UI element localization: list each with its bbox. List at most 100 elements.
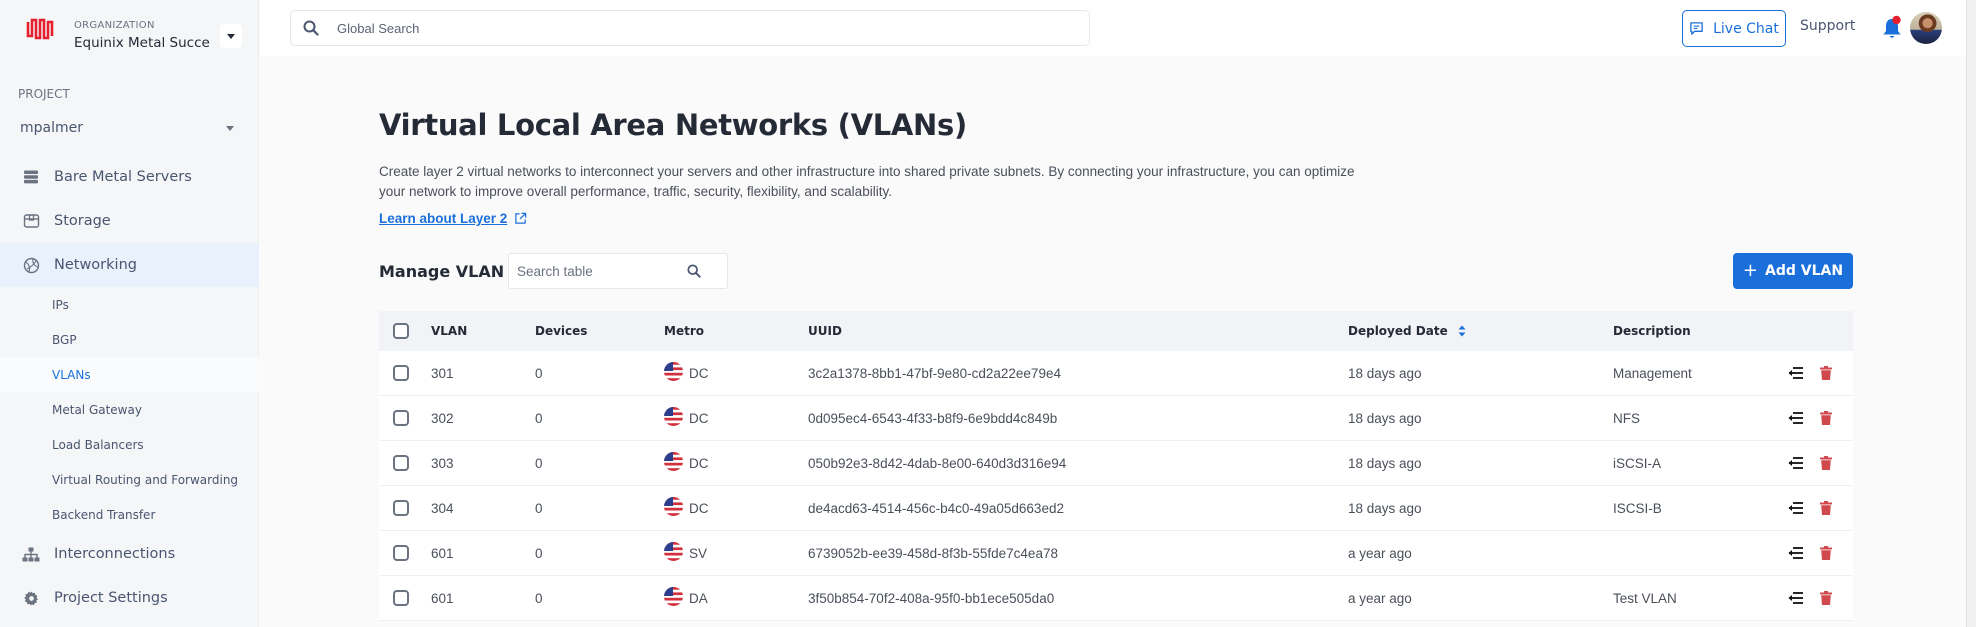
sidebar-subitem-metal-gateway[interactable]: Metal Gateway — [0, 392, 259, 427]
column-header-devices[interactable]: Devices — [535, 324, 664, 338]
globe-icon — [22, 256, 40, 274]
sidebar-subitem-bgp[interactable]: BGP — [0, 322, 259, 357]
vlan-description: Management — [1613, 365, 1692, 381]
metro-cell: SV — [664, 541, 808, 561]
notification-dot — [1892, 15, 1901, 25]
assign-list-icon[interactable] — [1788, 591, 1804, 605]
table-search-input[interactable] — [517, 263, 687, 279]
org-switcher[interactable]: ORGANIZATION Equinix Metal Success — [0, 0, 259, 60]
sidebar-item-label: Interconnections — [54, 546, 176, 562]
sidebar-item-label: Bare Metal Servers — [54, 169, 192, 185]
search-icon[interactable] — [687, 264, 701, 278]
vlan-uuid: 050b92e3-8d42-4dab-8e00-640d3d316e94 — [808, 455, 1067, 471]
table-search[interactable] — [508, 253, 728, 289]
user-avatar[interactable] — [1910, 12, 1942, 44]
learn-about-layer2-link[interactable]: Learn about Layer 2 — [379, 211, 527, 226]
learn-link-label: Learn about Layer 2 — [379, 211, 508, 226]
row-checkbox[interactable] — [393, 410, 409, 426]
add-vlan-button[interactable]: + Add VLAN — [1733, 253, 1853, 289]
sidebar-subitem-vlans[interactable]: VLANs — [0, 357, 259, 392]
row-checkbox[interactable] — [393, 590, 409, 606]
sidebar-subitem-ips[interactable]: IPs — [0, 287, 259, 322]
sidebar-item-project-settings[interactable]: Project Settings — [0, 576, 259, 620]
table-row[interactable]: 304 0 DC de4acd63-4514-456c-b4c0-49a05d6… — [379, 486, 1853, 531]
table-row[interactable]: 302 0 DC 0d095ec4-6543-4f33-b8f9-6e9bdd4… — [379, 396, 1853, 441]
assign-list-icon[interactable] — [1788, 366, 1804, 380]
sidebar-subitem-load-balancers[interactable]: Load Balancers — [0, 427, 259, 462]
assign-list-icon[interactable] — [1788, 456, 1804, 470]
sidebar-item-networking[interactable]: Networking — [0, 243, 259, 287]
us-flag-icon — [664, 496, 683, 516]
vlan-id: 601 — [431, 590, 454, 606]
sidebar-subitem-vrf[interactable]: Virtual Routing and Forwarding — [0, 462, 259, 497]
page-description: Create layer 2 virtual networks to inter… — [379, 164, 1355, 199]
project-caret-down-icon[interactable] — [226, 126, 234, 131]
support-link[interactable]: Support — [1800, 18, 1855, 34]
device-count: 0 — [535, 365, 543, 381]
column-header-uuid[interactable]: UUID — [808, 324, 1348, 338]
trash-icon[interactable] — [1820, 366, 1832, 380]
plus-icon: + — [1742, 259, 1759, 281]
assign-list-icon[interactable] — [1788, 501, 1804, 515]
trash-icon[interactable] — [1820, 501, 1832, 515]
assign-list-icon[interactable] — [1788, 411, 1804, 425]
device-count: 0 — [535, 410, 543, 426]
sidebar-subitem-backend-transfer[interactable]: Backend Transfer — [0, 497, 259, 532]
vlan-id: 301 — [431, 365, 454, 381]
device-count: 0 — [535, 545, 543, 561]
column-header-deployed-date[interactable]: Deployed Date — [1348, 324, 1613, 338]
sidebar-subitem-label: Backend Transfer — [52, 507, 156, 522]
select-all-checkbox[interactable] — [393, 323, 409, 339]
table-row[interactable]: 301 0 DC 3c2a1378-8bb1-47bf-9e80-cd2a22e… — [379, 351, 1853, 396]
live-chat-button[interactable]: Live Chat — [1682, 10, 1786, 47]
deployed-date: 18 days ago — [1348, 410, 1422, 426]
project-selector[interactable]: mpalmer — [20, 120, 83, 136]
column-header-vlan[interactable]: VLAN — [431, 324, 535, 338]
server-icon — [22, 168, 40, 186]
global-search-input[interactable] — [337, 20, 1037, 36]
metro-code: DC — [689, 500, 709, 516]
org-label: ORGANIZATION — [74, 20, 155, 31]
deployed-date: a year ago — [1348, 590, 1412, 606]
global-search[interactable] — [290, 10, 1090, 46]
row-checkbox[interactable] — [393, 500, 409, 516]
us-flag-icon — [664, 406, 683, 426]
notification-bell-icon[interactable] — [1881, 15, 1903, 41]
sidebar-item-interconnections[interactable]: Interconnections — [0, 532, 259, 576]
column-header-description[interactable]: Description — [1613, 324, 1788, 338]
trash-icon[interactable] — [1820, 591, 1832, 605]
project-label: PROJECT — [18, 87, 70, 101]
vlan-uuid: 3c2a1378-8bb1-47bf-9e80-cd2a22ee79e4 — [808, 365, 1061, 381]
trash-icon[interactable] — [1820, 456, 1832, 470]
sidebar-subitem-label: Metal Gateway — [52, 402, 142, 417]
page-scrollbar[interactable] — [1966, 0, 1976, 627]
sidebar-item-label: Networking — [54, 257, 137, 273]
external-link-icon — [515, 212, 527, 224]
org-dropdown-button[interactable] — [220, 24, 242, 48]
us-flag-icon — [664, 541, 683, 561]
table-row[interactable]: 303 0 DC 050b92e3-8d42-4dab-8e00-640d3d3… — [379, 441, 1853, 486]
vlan-description: Test VLAN — [1613, 590, 1677, 606]
sidebar-subitem-label: Virtual Routing and Forwarding — [52, 472, 239, 487]
sidebar-item-storage[interactable]: Storage — [0, 199, 259, 243]
caret-down-icon — [227, 33, 235, 39]
column-header-metro[interactable]: Metro — [664, 324, 808, 338]
metro-code: DA — [689, 590, 708, 606]
table-row[interactable]: 601 0 DA 3f50b854-70f2-408a-95f0-bb1ece5… — [379, 576, 1853, 621]
vlan-uuid: de4acd63-4514-456c-b4c0-49a05d663ed2 — [808, 500, 1064, 516]
row-checkbox[interactable] — [393, 455, 409, 471]
equinix-logo-icon — [26, 18, 54, 40]
trash-icon[interactable] — [1820, 546, 1832, 560]
gear-icon — [22, 589, 40, 607]
org-name: Equinix Metal Success — [74, 35, 210, 51]
vlan-description: NFS — [1613, 410, 1640, 426]
trash-icon[interactable] — [1820, 411, 1832, 425]
sidebar-subitem-label: IPs — [52, 297, 69, 312]
row-checkbox[interactable] — [393, 365, 409, 381]
row-checkbox[interactable] — [393, 545, 409, 561]
sort-icon[interactable] — [1458, 325, 1466, 337]
us-flag-icon — [664, 451, 683, 471]
sidebar-item-bare-metal-servers[interactable]: Bare Metal Servers — [0, 155, 259, 199]
table-row[interactable]: 601 0 SV 6739052b-ee39-458d-8f3b-55fde7c… — [379, 531, 1853, 576]
assign-list-icon[interactable] — [1788, 546, 1804, 560]
